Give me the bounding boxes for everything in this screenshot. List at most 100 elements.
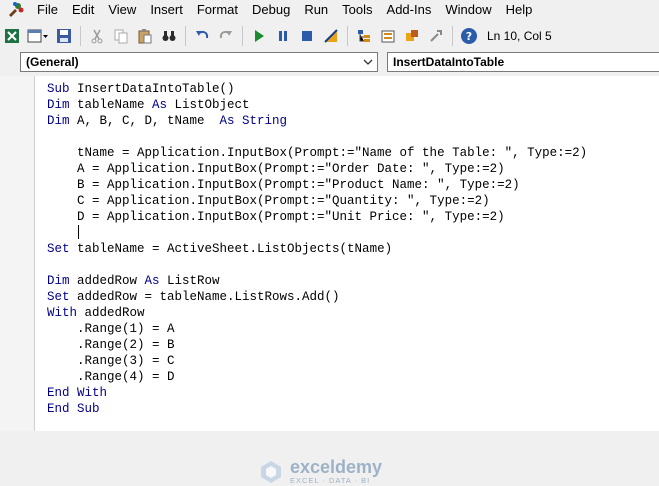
code-line[interactable]: .Range(4) = D: [47, 369, 587, 385]
properties-icon[interactable]: [377, 25, 399, 47]
watermark: exceldemy EXCEL · DATA · BI: [258, 458, 382, 486]
code-keyword: As: [152, 98, 175, 112]
procedure-dropdown[interactable]: InsertDataIntoTable: [387, 52, 659, 72]
menu-file[interactable]: File: [30, 0, 65, 20]
menu-tools[interactable]: Tools: [335, 0, 379, 20]
code-keyword: As String: [219, 114, 288, 128]
toolbox-icon[interactable]: [425, 25, 447, 47]
code-token: B = Application.InputBox(Prompt:="Produc…: [47, 178, 520, 192]
code-line[interactable]: Sub InsertDataIntoTable(): [47, 81, 587, 97]
cursor-position-status: Ln 10, Col 5: [487, 29, 552, 43]
reset-icon[interactable]: [296, 25, 318, 47]
vba-app-icon[interactable]: [6, 0, 26, 20]
code-line[interactable]: Set tableName = ActiveSheet.ListObjects(…: [47, 241, 587, 257]
code-keyword: Set: [47, 290, 78, 304]
code-line[interactable]: Dim addedRow As ListRow: [47, 273, 587, 289]
margin-indicator-bar[interactable]: [0, 76, 35, 431]
redo-icon[interactable]: [215, 25, 237, 47]
code-keyword: Sub: [47, 82, 78, 96]
code-token: addedRow: [77, 274, 145, 288]
code-line[interactable]: ​: [47, 257, 587, 273]
code-line[interactable]: Dim tableName As ListObject: [47, 97, 587, 113]
code-token: .Range(4) = D: [47, 370, 175, 384]
toolbar-separator: [80, 26, 81, 46]
code-line[interactable]: With addedRow: [47, 305, 587, 321]
code-keyword: End With: [47, 386, 108, 400]
toolbar-separator: [185, 26, 186, 46]
code-token: tableName: [77, 98, 153, 112]
code-keyword: As: [144, 274, 168, 288]
cut-icon[interactable]: [86, 25, 108, 47]
code-token: tableName = ActiveSheet.ListObjects(tNam…: [77, 242, 393, 256]
code-token: C = Application.InputBox(Prompt:="Quanti…: [47, 194, 490, 208]
code-keyword: Dim: [47, 274, 78, 288]
code-line[interactable]: B = Application.InputBox(Prompt:="Produc…: [47, 177, 587, 193]
code-line[interactable]: A = Application.InputBox(Prompt:="Order …: [47, 161, 587, 177]
code-line[interactable]: ​: [47, 129, 587, 145]
watermark-brand: exceldemy: [290, 457, 383, 477]
menu-insert[interactable]: Insert: [143, 0, 190, 20]
code-line[interactable]: Set addedRow = tableName.ListRows.Add(): [47, 289, 587, 305]
code-token: tName = Application.InputBox(Prompt:="Na…: [47, 146, 588, 160]
code-token: .Range(2) = B: [47, 338, 175, 352]
find-icon[interactable]: [158, 25, 180, 47]
code-token: InsertDataIntoTable(): [77, 82, 235, 96]
code-keyword: With: [47, 306, 85, 320]
chevron-down-icon: [363, 59, 373, 65]
code-token: A, B, C, D, tName: [77, 114, 220, 128]
code-line[interactable]: .Range(2) = B: [47, 337, 587, 353]
code-line[interactable]: End Sub: [47, 401, 587, 417]
code-line[interactable]: C = Application.InputBox(Prompt:="Quanti…: [47, 193, 587, 209]
code-token: .Range(3) = C: [47, 354, 175, 368]
menu-edit[interactable]: Edit: [65, 0, 101, 20]
code-line[interactable]: ​: [47, 225, 587, 241]
code-editor[interactable]: Sub InsertDataIntoTable() Dim tableName A…: [0, 76, 659, 485]
code-keyword: Set: [47, 242, 78, 256]
code-text[interactable]: Sub InsertDataIntoTable() Dim tableName A…: [47, 81, 587, 417]
menu-help[interactable]: Help: [499, 0, 540, 20]
code-keyword: End Sub: [47, 402, 100, 416]
code-token: ListObject: [174, 98, 250, 112]
standard-toolbar: ? Ln 10, Col 5: [0, 22, 659, 50]
code-token: ListRow: [167, 274, 220, 288]
code-line[interactable]: Dim A, B, C, D, tName As String: [47, 113, 587, 129]
menu-debug[interactable]: Debug: [245, 0, 297, 20]
text-cursor: [78, 225, 79, 239]
code-line[interactable]: D = Application.InputBox(Prompt:="Unit P…: [47, 209, 587, 225]
copy-icon[interactable]: [110, 25, 132, 47]
code-keyword: Dim: [47, 114, 78, 128]
code-combo-row: (General) InsertDataIntoTable: [0, 50, 659, 74]
toolbar-separator: [242, 26, 243, 46]
object-dropdown[interactable]: (General): [20, 52, 378, 72]
excel-view-icon[interactable]: [1, 25, 23, 47]
watermark-tagline: EXCEL · DATA · BI: [290, 476, 371, 485]
paste-icon[interactable]: [134, 25, 156, 47]
code-line[interactable]: End With: [47, 385, 587, 401]
menu-format[interactable]: Format: [190, 0, 245, 20]
insert-userform-icon[interactable]: [25, 25, 51, 47]
code-token: addedRow: [84, 306, 145, 320]
menu-view[interactable]: View: [101, 0, 143, 20]
undo-icon[interactable]: [191, 25, 213, 47]
menu-window[interactable]: Window: [438, 0, 498, 20]
project-explorer-icon[interactable]: [353, 25, 375, 47]
menu-bar: File Edit View Insert Format Debug Run T…: [0, 0, 659, 20]
code-line[interactable]: tName = Application.InputBox(Prompt:="Na…: [47, 145, 587, 161]
procedure-dropdown-value: InsertDataIntoTable: [393, 55, 505, 69]
menu-run[interactable]: Run: [297, 0, 335, 20]
menu-addins[interactable]: Add-Ins: [380, 0, 439, 20]
save-icon[interactable]: [53, 25, 75, 47]
code-line[interactable]: .Range(3) = C: [47, 353, 587, 369]
code-line[interactable]: .Range(1) = A: [47, 321, 587, 337]
design-mode-icon[interactable]: [320, 25, 342, 47]
object-browser-icon[interactable]: [401, 25, 423, 47]
toolbar-separator: [347, 26, 348, 46]
help-icon[interactable]: ?: [458, 25, 480, 47]
exceldemy-logo-icon: [261, 461, 281, 483]
run-icon[interactable]: [248, 25, 270, 47]
code-token: addedRow = tableName.ListRows.Add(): [77, 290, 340, 304]
toolbar-separator: [452, 26, 453, 46]
svg-text:?: ?: [466, 30, 472, 43]
break-icon[interactable]: [272, 25, 294, 47]
code-keyword: Dim: [47, 98, 78, 112]
